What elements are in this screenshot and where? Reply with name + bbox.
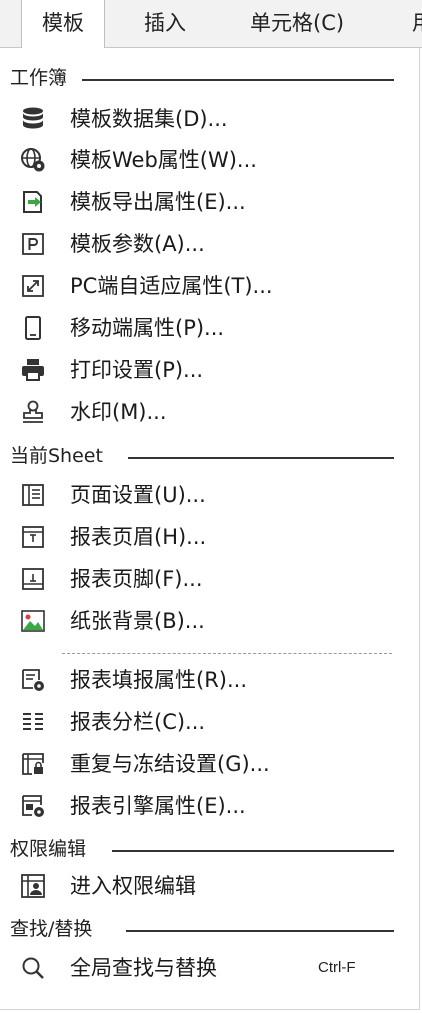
menu-item-label: 进入权限编辑: [70, 874, 196, 898]
section-current-sheet-label: 当前Sheet: [10, 441, 111, 471]
section-find-replace-label: 查找/替换: [10, 914, 101, 944]
menu-item-mobile-props[interactable]: 移动端属性(P)...: [0, 308, 418, 348]
menu-item-label: 水印(M)...: [70, 400, 167, 424]
menu-item-label: 报表页脚(F)...: [70, 567, 203, 591]
menu-item-label: 纸张背景(B)...: [70, 609, 205, 633]
section-divider: [128, 457, 394, 459]
menu-item-label: 模板导出属性(E)...: [70, 190, 246, 214]
section-permission: 权限编辑: [0, 834, 410, 864]
menu-item-pc-adapt[interactable]: PC端自适应属性(T)...: [0, 266, 418, 306]
engine-settings-icon: [20, 793, 46, 819]
section-divider: [82, 79, 394, 81]
menu-item-background[interactable]: 纸张背景(B)...: [0, 601, 418, 641]
tab-template[interactable]: 模板: [21, 0, 105, 49]
tab-insert[interactable]: 插入: [130, 0, 200, 48]
shortcut-label: Ctrl-F: [318, 959, 356, 976]
globe-gear-icon: [20, 147, 46, 173]
menu-item-web-props[interactable]: 模板Web属性(W)...: [0, 140, 418, 180]
section-divider: [126, 930, 394, 932]
menu-item-fill-props[interactable]: 报表填报属性(R)...: [0, 660, 418, 700]
menu-item-label: 报表分栏(C)...: [70, 710, 206, 734]
image-icon: [20, 608, 46, 634]
menu-item-footer[interactable]: 报表页脚(F)...: [0, 559, 418, 599]
menu-item-label: 页面设置(U)...: [70, 483, 206, 507]
menu-divider: [62, 653, 392, 654]
section-workbook: 工作簿: [0, 63, 410, 93]
menu-item-label: 报表引擎属性(E)...: [70, 794, 246, 818]
menu-item-label: 打印设置(P)...: [70, 358, 204, 382]
freeze-lock-icon: [20, 751, 46, 777]
parameter-icon: [20, 231, 46, 257]
section-current-sheet: 当前Sheet: [0, 441, 410, 471]
section-workbook-label: 工作簿: [10, 63, 76, 93]
menu-item-enter-permission[interactable]: 进入权限编辑: [0, 866, 418, 906]
menu-item-columns[interactable]: 报表分栏(C)...: [0, 702, 418, 742]
search-icon: [20, 955, 46, 981]
menu-item-label: 移动端属性(P)...: [70, 316, 225, 340]
printer-icon: [20, 357, 46, 383]
stamp-icon: [20, 399, 46, 425]
form-settings-icon: [20, 667, 46, 693]
menu-item-label: 全局查找与替换: [70, 956, 217, 980]
menu-item-export-props[interactable]: 模板导出属性(E)...: [0, 182, 418, 222]
database-icon: [20, 106, 46, 132]
template-dropdown-menu: 工作簿 模板数据集(D)... 模板Web属性(W)... 模板导出属性(E).…: [0, 48, 420, 1010]
menu-item-label: 报表页眉(H)...: [70, 525, 207, 549]
menu-item-label: 报表填报属性(R)...: [70, 668, 248, 692]
section-divider: [112, 850, 394, 852]
menu-item-freeze[interactable]: 重复与冻结设置(G)...: [0, 744, 418, 784]
mobile-icon: [20, 315, 46, 341]
columns-icon: [20, 709, 46, 735]
menu-item-global-find[interactable]: 全局查找与替换 Ctrl-F: [0, 948, 418, 988]
menu-item-label: 模板数据集(D)...: [70, 107, 228, 131]
menu-item-engine-props[interactable]: 报表引擎属性(E)...: [0, 786, 418, 826]
tab-partial[interactable]: 用: [398, 0, 422, 48]
menu-item-header[interactable]: 报表页眉(H)...: [0, 517, 418, 557]
expand-arrows-icon: [20, 273, 46, 299]
menu-item-label: 模板Web属性(W)...: [70, 148, 257, 172]
tab-cell[interactable]: 单元格(C): [236, 0, 358, 48]
menu-item-params[interactable]: 模板参数(A)...: [0, 224, 418, 264]
menu-item-print-settings[interactable]: 打印设置(P)...: [0, 350, 418, 390]
menu-item-watermark[interactable]: 水印(M)...: [0, 392, 418, 432]
page-header-icon: [20, 524, 46, 550]
menu-item-page-setup[interactable]: 页面设置(U)...: [0, 475, 418, 515]
export-icon: [20, 189, 46, 215]
menu-item-label: 重复与冻结设置(G)...: [70, 752, 270, 776]
menubar: 模板 插入 单元格(C) 用: [0, 0, 422, 49]
page-setup-icon: [20, 482, 46, 508]
section-permission-label: 权限编辑: [10, 834, 95, 864]
section-find-replace: 查找/替换: [0, 914, 410, 944]
menu-item-label: 模板参数(A)...: [70, 232, 205, 256]
page-footer-icon: [20, 566, 46, 592]
permission-user-icon: [20, 873, 46, 899]
menu-item-dataset[interactable]: 模板数据集(D)...: [0, 99, 418, 139]
menu-item-label: PC端自适应属性(T)...: [70, 274, 273, 298]
